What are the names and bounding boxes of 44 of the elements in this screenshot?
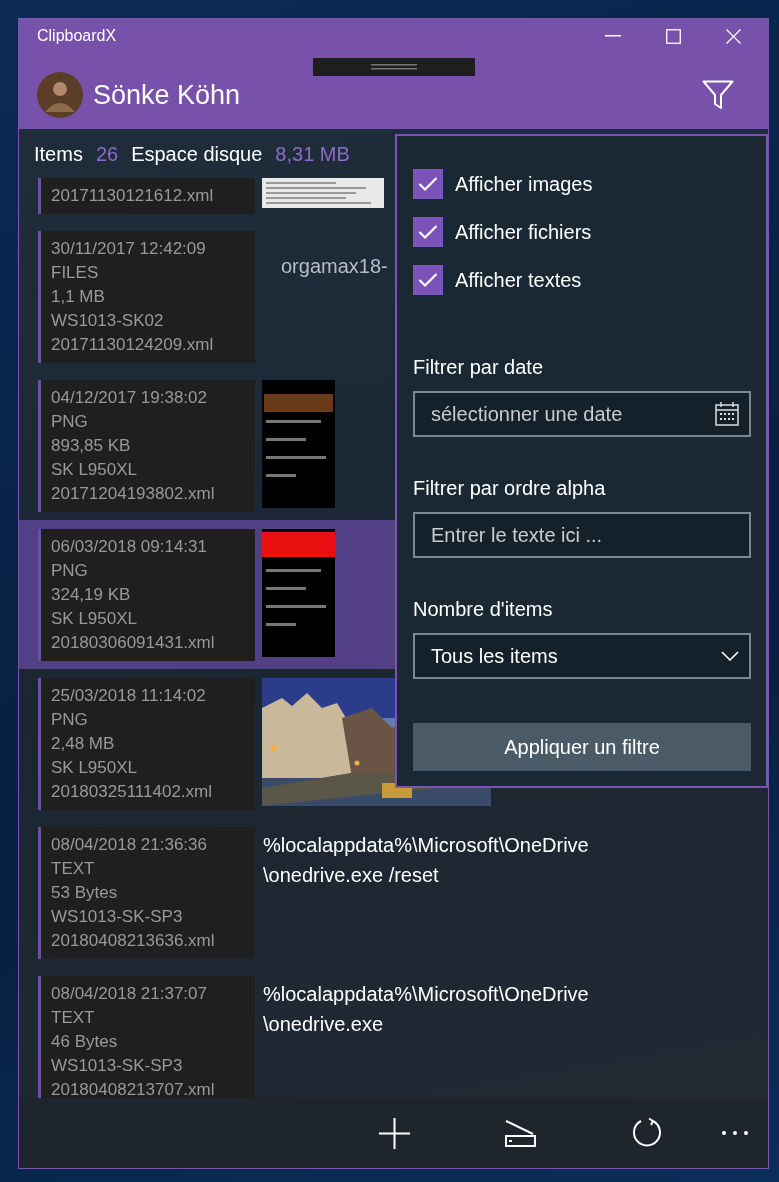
text-filter-field[interactable]: Entrer le texte ici ... [413,512,751,558]
clipboard-item[interactable]: 08/04/2018 21:36:36 TEXT 53 Bytes WS1013-SK-SP3 20180408213636.xml %localappdata%\Microsoft\OneDrive \onedrive.exe /reset [19,818,768,967]
checkbox[interactable] [413,169,443,199]
item-details: 25/03/2018 11:14:02 PNG 2,48 MB SK L950XL 20180325111402.xml [38,678,255,810]
clip-text: %localappdata%\Microsoft\OneDrive \onedrive.exe /reset [263,833,589,888]
checkmark-icon [418,224,438,240]
clip-text: %localappdata%\Microsoft\OneDrive \onedrive.exe [263,982,589,1037]
item-details: 20171130121612.xml [38,178,255,214]
checkbox-label: Afficher images [455,172,593,196]
window-title: ClipboardX [37,27,118,45]
disk-space-value: 8,31 MB [275,142,350,166]
checkbox-label: Afficher fichiers [455,220,592,244]
chevron-down-icon [721,651,739,661]
disk-space-label: Espace disque [131,142,263,166]
add-icon[interactable] [379,1117,410,1149]
user-name: Sönke Köhn [93,79,242,111]
filter-icon[interactable] [702,80,734,110]
maximize-icon[interactable] [666,28,681,44]
checkbox[interactable] [413,265,443,295]
item-count-dropdown[interactable]: Tous les items [413,633,751,679]
checkbox-label: Afficher textes [455,268,582,292]
checkbox[interactable] [413,217,443,247]
checkmark-icon [418,176,438,192]
scanner-icon[interactable] [505,1119,536,1147]
alpha-filter-label: Filtrer par ordre alpha [413,477,607,500]
drag-handle[interactable] [313,58,475,76]
item-details: 06/03/2018 09:14:31 PNG 324,19 KB SK L950XL 20180306091431.xml [38,529,255,661]
items-count: 26 [95,142,119,166]
calendar-icon [715,402,739,426]
refresh-icon[interactable] [631,1117,663,1149]
date-picker[interactable]: sélectionner une date [413,391,751,437]
file-name: orgamax18- [281,254,388,279]
avatar-icon [37,72,83,118]
close-icon[interactable] [726,28,741,44]
item-details: 08/04/2018 21:36:36 TEXT 53 Bytes WS1013-SK-SP3 20180408213636.xml [38,827,255,959]
item-details: 30/11/2017 12:42:09 FILES 1,1 MB WS1013-SK02 20171130124209.xml [38,231,255,363]
date-filter-label: Filtrer par date [413,356,545,379]
apply-filter-button[interactable]: Appliquer un filtre [413,723,751,771]
more-icon[interactable] [721,1130,749,1136]
item-details: 04/12/2017 19:38:02 PNG 893,85 KB SK L950XL 20171204193802.xml [38,380,255,512]
item-details: 08/04/2018 21:37:07 TEXT 46 Bytes WS1013-SK-SP3 20180408213707.xml [38,976,255,1098]
items-label: Items [34,142,83,166]
item-count-label: Nombre d'items [413,598,554,621]
checkmark-icon [418,272,438,288]
